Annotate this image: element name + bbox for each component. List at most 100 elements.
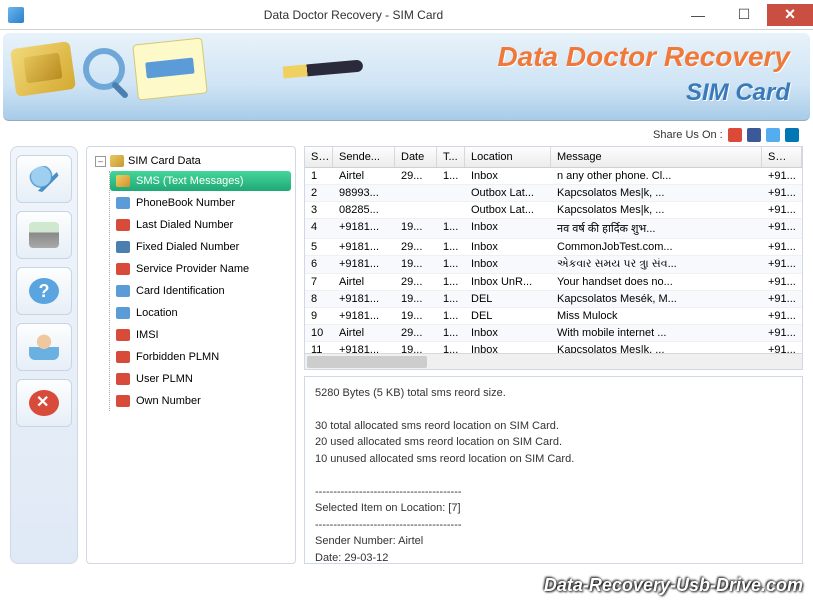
cell: +9181... (333, 256, 395, 273)
titlebar: Data Doctor Recovery - SIM Card — ☐ × (0, 0, 813, 30)
save-button[interactable] (16, 211, 72, 259)
exit-button[interactable] (16, 379, 72, 427)
on-icon (116, 395, 130, 407)
cell: +9181... (333, 219, 395, 238)
cell: 10 (305, 325, 333, 341)
banner: Data Doctor Recovery SIM Card (3, 33, 810, 121)
facebook-icon[interactable] (747, 128, 761, 142)
cell: Airtel (333, 274, 395, 290)
google-plus-icon[interactable] (728, 128, 742, 142)
cell: Airtel (333, 325, 395, 341)
cell: +91... (762, 308, 802, 324)
table-row[interactable]: 298993...Outbox Lat...Kapcsolatos Mes|k,… (305, 185, 802, 202)
tree-item-label: User PLMN (136, 373, 193, 385)
about-button[interactable] (16, 323, 72, 371)
tree-item-phonebook-number[interactable]: PhoneBook Number (110, 193, 291, 213)
table-row[interactable]: 4+9181...19...1...Inboxनव वर्ष की हार्दि… (305, 219, 802, 239)
help-button[interactable]: ? (16, 267, 72, 315)
tree-item-own-number[interactable]: Own Number (110, 391, 291, 411)
twitter-icon[interactable] (766, 128, 780, 142)
column-header[interactable]: Location (465, 147, 551, 167)
cell (437, 185, 465, 201)
tree-item-last-dialed-number[interactable]: Last Dialed Number (110, 215, 291, 235)
table-row[interactable]: 6+9181...19...1...Inboxએકવાર સમય પર ત્રા… (305, 256, 802, 274)
search-sim-button[interactable] (16, 155, 72, 203)
tree-item-fixed-dialed-number[interactable]: Fixed Dialed Number (110, 237, 291, 257)
table-row[interactable]: 5+9181...29...1...InboxCommonJobTest.com… (305, 239, 802, 256)
tree-item-location[interactable]: Location (110, 303, 291, 323)
table-row[interactable]: 10Airtel29...1...InboxWith mobile intern… (305, 325, 802, 342)
cell: 9 (305, 308, 333, 324)
ld-icon (116, 219, 130, 231)
cell: +91... (762, 168, 802, 184)
cell: Your handset does no... (551, 274, 762, 290)
tree-item-service-provider-name[interactable]: Service Provider Name (110, 259, 291, 279)
cell: +91... (762, 291, 802, 307)
column-header[interactable]: SMS... (762, 147, 802, 167)
cell: Inbox (465, 325, 551, 341)
cell: Inbox (465, 168, 551, 184)
column-header[interactable]: Message (551, 147, 762, 167)
cell: Kapcsolatos Mesék, M... (551, 291, 762, 307)
table-row[interactable]: 308285...Outbox Lat...Kapcsolatos Mes|k,… (305, 202, 802, 219)
horizontal-scrollbar[interactable] (305, 353, 802, 369)
tree-item-imsi[interactable]: IMSI (110, 325, 291, 345)
cell: n any other phone. Cl... (551, 168, 762, 184)
cell: 6 (305, 256, 333, 273)
cell: Inbox (465, 342, 551, 353)
tree-item-label: Own Number (136, 395, 201, 407)
report-icon (132, 37, 207, 100)
column-header[interactable]: Date (395, 147, 437, 167)
cell: DEL (465, 291, 551, 307)
table-row[interactable]: 8+9181...19...1...DELKapcsolatos Mesék, … (305, 291, 802, 308)
table-row[interactable]: 9+9181...19...1...DEL Miss Mulock+91... (305, 308, 802, 325)
fd-icon (116, 241, 130, 253)
grid-header: S...Sende...DateT...LocationMessageSMS..… (305, 147, 802, 168)
column-header[interactable]: T... (437, 147, 465, 167)
cell: +9181... (333, 291, 395, 307)
minimize-button[interactable]: — (675, 4, 721, 26)
cell: 1... (437, 342, 465, 353)
cell: +91... (762, 239, 802, 255)
detail-panel: 5280 Bytes (5 KB) total sms reord size. … (304, 376, 803, 564)
column-header[interactable]: Sende... (333, 147, 395, 167)
table-row[interactable]: 11+9181...19...1...InboxKapcsolatos Mes|… (305, 342, 802, 353)
banner-subtitle: SIM Card (686, 79, 790, 107)
table-row[interactable]: 1Airtel29...1...Inboxn any other phone. … (305, 168, 802, 185)
tree-item-card-identification[interactable]: Card Identification (110, 281, 291, 301)
cell: 29... (395, 168, 437, 184)
cell: 19... (395, 219, 437, 238)
scrollbar-thumb[interactable] (307, 356, 427, 368)
cell: 29... (395, 274, 437, 290)
drive-icon (29, 222, 59, 248)
cell: DEL (465, 308, 551, 324)
ci-icon (116, 285, 130, 297)
cell: 4 (305, 219, 333, 238)
tree-root[interactable]: – SIM Card Data (91, 153, 291, 169)
cell: Outbox Lat... (465, 202, 551, 218)
cell: Airtel (333, 168, 395, 184)
cell: Inbox (465, 256, 551, 273)
cell: Inbox UnR... (465, 274, 551, 290)
cell: 7 (305, 274, 333, 290)
tree-item-sms-text-messages-[interactable]: SMS (Text Messages) (110, 171, 291, 191)
grid-body[interactable]: 1Airtel29...1...Inboxn any other phone. … (305, 168, 802, 353)
tree-item-label: Service Provider Name (136, 263, 249, 275)
cell: 1... (437, 168, 465, 184)
cell: 1... (437, 291, 465, 307)
pb-icon (116, 197, 130, 209)
magnifier-icon (83, 48, 125, 90)
cell: 19... (395, 256, 437, 273)
help-icon: ? (29, 278, 59, 304)
cell: 3 (305, 202, 333, 218)
tree-item-user-plmn[interactable]: User PLMN (110, 369, 291, 389)
cell (395, 202, 437, 218)
tree-item-forbidden-plmn[interactable]: Forbidden PLMN (110, 347, 291, 367)
collapse-icon[interactable]: – (95, 156, 106, 167)
cell: 98993... (333, 185, 395, 201)
maximize-button[interactable]: ☐ (721, 4, 767, 26)
close-button[interactable]: × (767, 4, 813, 26)
table-row[interactable]: 7Airtel29...1...Inbox UnR...Your handset… (305, 274, 802, 291)
linkedin-icon[interactable] (785, 128, 799, 142)
column-header[interactable]: S... (305, 147, 333, 167)
